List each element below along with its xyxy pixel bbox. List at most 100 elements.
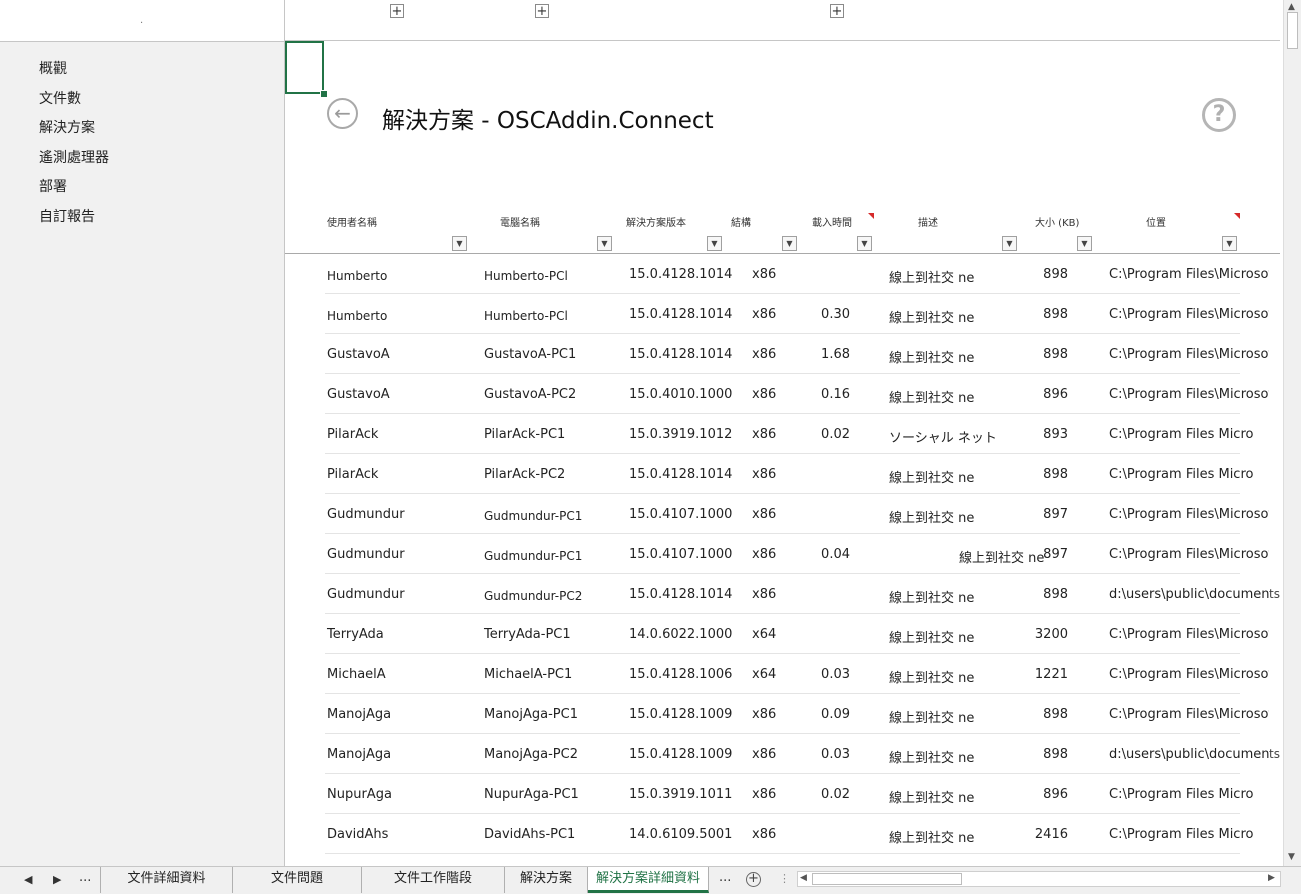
cell-computer-name[interactable]: Humberto-PCl <box>484 269 568 283</box>
cell-computer-name[interactable]: PilarAck-PC2 <box>484 467 565 482</box>
cell-size[interactable]: 897 <box>1030 547 1068 562</box>
cell-description[interactable]: 線上到社交 ne <box>889 347 1039 366</box>
table-row[interactable]: TerryAda TerryAda-PC1 14.0.6022.1000 x64 線上到… <box>285 614 1280 654</box>
cell-architecture[interactable]: x86 <box>752 547 776 562</box>
cell-computer-name[interactable]: Gudmundur-PC1 <box>484 509 582 523</box>
cell-load-time[interactable]: 0.04 <box>800 547 850 562</box>
cell-description[interactable]: 線上到社交 ne <box>889 667 1039 686</box>
cell-location[interactable]: C:\Program Files\Microsoft <box>1109 307 1269 322</box>
comment-indicator[interactable] <box>868 213 874 219</box>
cell-size[interactable]: 897 <box>1030 507 1068 522</box>
table-row[interactable]: Humberto Humberto-PCl 15.0.4128.1014 x86 0.3… <box>285 294 1280 334</box>
nav-item-custom-report[interactable]: 自訂報告 <box>39 207 109 237</box>
cell-user[interactable]: GustavoA <box>327 347 390 362</box>
cell-size[interactable]: 898 <box>1030 307 1068 322</box>
cell-location[interactable]: C:\Program Files\Microsoft <box>1109 347 1269 362</box>
cell-description[interactable]: 線上到社交 ne <box>889 707 1039 726</box>
cell-user[interactable]: Gudmundur <box>327 547 405 562</box>
scroll-up-icon[interactable]: ▲ <box>1288 2 1295 12</box>
cell-solution-version[interactable]: 15.0.4128.1009 <box>629 747 732 762</box>
table-row[interactable]: Gudmundur Gudmundur-PC1 15.0.4107.1000 x86 0… <box>285 534 1280 574</box>
cell-user[interactable]: ManojAga <box>327 707 391 722</box>
cell-location[interactable]: C:\Program Files Micro <box>1109 427 1269 442</box>
vertical-scrollbar[interactable]: ▲ ▼ <box>1283 0 1301 866</box>
cell-load-time[interactable]: 0.16 <box>800 387 850 402</box>
cell-location[interactable]: C:\Program Files Micro <box>1109 827 1269 842</box>
sheet-tab-solution-details[interactable]: 解決方案詳細資料 <box>588 867 709 893</box>
sheet-tab-document-issues[interactable]: 文件問題 <box>233 867 362 893</box>
cell-load-time[interactable]: 0.02 <box>800 427 850 442</box>
table-row[interactable]: ManojAga ManojAga-PC2 15.0.4128.1009 x86 0.0… <box>285 734 1280 774</box>
cell-computer-name[interactable]: NupurAga-PC1 <box>484 787 579 802</box>
table-row[interactable]: Gudmundur Gudmundur-PC2 15.0.4128.1014 x86 線… <box>285 574 1280 614</box>
sheet-tab-document-sessions[interactable]: 文件工作階段 <box>362 867 505 893</box>
cell-load-time[interactable]: 0.02 <box>800 787 850 802</box>
tab-split-handle[interactable]: ⋮ <box>779 872 790 885</box>
cell-user[interactable]: PilarAck <box>327 467 378 482</box>
cell-solution-version[interactable]: 15.0.3919.1012 <box>629 427 732 442</box>
cell-description[interactable]: 線上到社交 ne <box>889 747 1039 766</box>
cell-location[interactable]: C:\Program Files\Microsoft <box>1109 507 1269 522</box>
scroll-right-icon[interactable]: ▶ <box>1268 873 1275 883</box>
filter-dropdown-user[interactable]: ▼ <box>452 236 467 251</box>
cell-architecture[interactable]: x86 <box>752 707 776 722</box>
cell-computer-name[interactable]: MichaelA-PC1 <box>484 667 572 682</box>
cell-architecture[interactable]: x86 <box>752 427 776 442</box>
horizontal-scrollbar[interactable]: ◀ ▶ <box>797 871 1281 887</box>
table-row[interactable]: DavidAhs DavidAhs-PC1 14.0.6109.5001 x86 線上到… <box>285 814 1280 854</box>
cell-computer-name[interactable]: ManojAga-PC1 <box>484 707 578 722</box>
fill-handle[interactable] <box>320 90 328 98</box>
cell-user[interactable]: PilarAck <box>327 427 378 442</box>
cell-user[interactable]: MichaelA <box>327 667 386 682</box>
cell-computer-name[interactable]: Gudmundur-PC2 <box>484 589 582 603</box>
cell-location[interactable]: C:\Program Files\Microsoft <box>1109 707 1269 722</box>
cell-solution-version[interactable]: 15.0.4128.1014 <box>629 467 732 482</box>
filter-dropdown-pc[interactable]: ▼ <box>597 236 612 251</box>
cell-computer-name[interactable]: ManojAga-PC2 <box>484 747 578 762</box>
cell-description[interactable]: ソーシャル ネット <box>889 427 1039 446</box>
sheet-tab-solutions[interactable]: 解決方案 <box>505 867 588 893</box>
cell-solution-version[interactable]: 15.0.4128.1009 <box>629 707 732 722</box>
cell-user[interactable]: TerryAda <box>327 627 384 642</box>
cell-description[interactable]: 線上到社交 ne <box>889 387 1039 406</box>
cell-computer-name[interactable]: Humberto-PCl <box>484 309 568 323</box>
filter-dropdown-load-time[interactable]: ▼ <box>857 236 872 251</box>
nav-item-deployment[interactable]: 部署 <box>39 177 109 207</box>
cell-location[interactable]: d:\users\public\documen <box>1109 747 1269 762</box>
cell-solution-version[interactable]: 15.0.3919.1011 <box>629 787 732 802</box>
filter-dropdown-version[interactable]: ▼ <box>707 236 722 251</box>
table-row[interactable]: GustavoA GustavoA-PC1 15.0.4128.1014 x86 1.6… <box>285 334 1280 374</box>
cell-user[interactable]: Humberto <box>327 269 387 283</box>
back-arrow-icon[interactable]: ← <box>327 98 358 129</box>
expand-group-button[interactable]: + <box>535 4 549 18</box>
cell-solution-version[interactable]: 15.0.4128.1014 <box>629 347 732 362</box>
cell-size[interactable]: 3200 <box>1030 627 1068 642</box>
cell-size[interactable]: 898 <box>1030 267 1068 282</box>
cell-architecture[interactable]: x86 <box>752 827 776 842</box>
cell-size[interactable]: 898 <box>1030 347 1068 362</box>
cell-solution-version[interactable]: 15.0.4128.1014 <box>629 587 732 602</box>
cell-description[interactable]: 線上到社交 ne <box>889 627 1039 646</box>
cell-load-time[interactable]: 0.03 <box>800 667 850 682</box>
cell-location[interactable]: C:\Program Files\Microsoft <box>1109 267 1269 282</box>
cell-computer-name[interactable]: DavidAhs-PC1 <box>484 827 575 842</box>
cell-size[interactable]: 898 <box>1030 587 1068 602</box>
cell-location[interactable]: C:\Program Files\Microsoft <box>1109 387 1269 402</box>
cell-user[interactable]: Gudmundur <box>327 587 405 602</box>
cell-user[interactable]: ManojAga <box>327 747 391 762</box>
cell-description[interactable]: 線上到社交 ne <box>889 307 1039 326</box>
tab-overflow-right[interactable]: ... <box>719 870 731 885</box>
cell-description[interactable]: 線上到社交 ne <box>889 787 1039 806</box>
cell-user[interactable]: Humberto <box>327 309 387 323</box>
nav-item-documents[interactable]: 文件數 <box>39 89 109 119</box>
filter-dropdown-arch[interactable]: ▼ <box>782 236 797 251</box>
cell-architecture[interactable]: x86 <box>752 747 776 762</box>
table-row[interactable]: MichaelA MichaelA-PC1 15.0.4128.1006 x64 0.0… <box>285 654 1280 694</box>
cell-size[interactable]: 1221 <box>1030 667 1068 682</box>
cell-architecture[interactable]: x64 <box>752 627 776 642</box>
cell-solution-version[interactable]: 14.0.6022.1000 <box>629 627 732 642</box>
cell-architecture[interactable]: x86 <box>752 787 776 802</box>
nav-item-overview[interactable]: 概觀 <box>39 59 109 89</box>
cell-computer-name[interactable]: Gudmundur-PC1 <box>484 549 582 563</box>
add-sheet-icon[interactable]: + <box>746 872 761 887</box>
